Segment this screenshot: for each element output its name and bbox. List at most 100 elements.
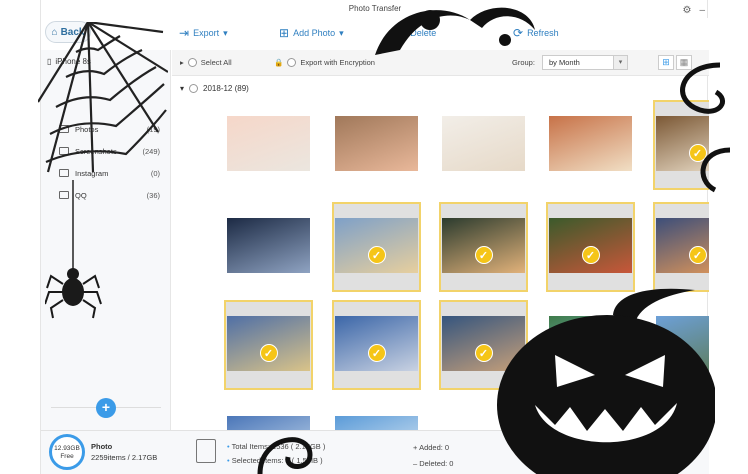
grid-view-button[interactable]: ⊞: [658, 55, 674, 70]
album-icon: [59, 191, 69, 199]
photo-image: [227, 416, 310, 430]
select-all-label: Select All: [200, 58, 232, 67]
photo-thumbnail[interactable]: [546, 300, 635, 390]
window-title: Photo Transfer: [348, 4, 402, 13]
album-icon: [59, 147, 69, 155]
photo-grid: ✓ ✓ ✓ ✓ ✓ ✓ ✓ ✓: [172, 100, 709, 430]
app-window: Photo Transfer ⚙ – ⌂ Back ⇥ Export ▾ ⊞ A…: [40, 0, 709, 474]
refresh-button[interactable]: ⟳ Refresh: [513, 26, 559, 40]
sidebar-item-photos[interactable]: Photos (19): [41, 118, 170, 140]
chevron-down-icon: ▾: [223, 27, 228, 38]
photo-thumbnail[interactable]: ✓: [332, 202, 421, 292]
home-icon: ⌂: [51, 26, 58, 38]
album-icon: [59, 169, 69, 177]
photo-thumbnail[interactable]: ✓: [439, 202, 528, 292]
photo-thumbnail[interactable]: [332, 100, 421, 190]
status-footer: 12.93GB Free Photo 2259items / 2.17GB • …: [41, 430, 709, 474]
photo-image: [656, 218, 709, 273]
photo-image: [442, 116, 525, 171]
photo-thumbnail[interactable]: ✓: [653, 100, 709, 190]
photo-image: [656, 116, 709, 171]
album-icon: [59, 125, 69, 133]
check-icon: ✓: [259, 344, 278, 362]
photo-thumbnail[interactable]: [224, 400, 313, 430]
sidebar-item-label: Photos: [75, 124, 99, 134]
check-icon: ✓: [581, 246, 600, 264]
storage-ring: 12.93GB Free: [49, 434, 85, 470]
sidebar-item-label: QQ: [75, 190, 87, 200]
export-encryption[interactable]: 🔒 Export with Encryption: [274, 58, 375, 67]
total-items: Total Items: 1536 ( 2.17GB ): [231, 442, 326, 451]
check-icon: ✓: [688, 144, 707, 162]
document-icon: [196, 439, 216, 463]
add-photo-button[interactable]: ⊞ Add Photo ▾: [279, 26, 344, 40]
photo-thumbnail[interactable]: ✓: [224, 300, 313, 390]
item-stats: • Total Items: 1536 ( 2.17GB ) • Selecte…: [227, 440, 325, 468]
select-all[interactable]: ▸ Select All: [180, 58, 232, 67]
check-icon: ✓: [367, 344, 386, 362]
photo-image: [549, 316, 632, 371]
group-label: Group:: [512, 58, 535, 67]
sidebar-item-qq[interactable]: QQ (36): [41, 184, 170, 206]
photo-image: [227, 218, 310, 273]
large-view-button[interactable]: ▦: [676, 55, 692, 70]
storage-label: Free: [60, 453, 74, 460]
export-label: Export: [193, 28, 220, 38]
add-photo-label: Add Photo: [293, 28, 336, 38]
photo-title: Photo: [91, 442, 113, 451]
back-button[interactable]: ⌂ Back: [45, 21, 91, 43]
back-label: Back: [60, 26, 85, 38]
device-name: iPhone 8s: [55, 56, 91, 66]
photo-thumbnail[interactable]: ✓: [546, 202, 635, 292]
export-button[interactable]: ⇥ Export ▾: [179, 26, 228, 40]
refresh-icon: ⟳: [513, 26, 524, 40]
photo-image: [549, 116, 632, 171]
group-checkbox[interactable]: [189, 83, 199, 93]
photo-thumbnail[interactable]: [653, 300, 709, 390]
photo-thumbnail[interactable]: [224, 100, 313, 190]
photo-thumbnail[interactable]: ✓: [653, 202, 709, 292]
sidebar: ▯ iPhone 8s Photos (19) Screenshots (249…: [41, 50, 171, 430]
chevron-down-icon: ▾: [180, 83, 185, 93]
sidebar-item-instagram[interactable]: Instagram (0): [41, 162, 170, 184]
photo-thumbnail[interactable]: ✓: [439, 300, 528, 390]
delete-label: Delete: [410, 28, 437, 38]
photo-image: [335, 416, 418, 430]
refresh-label: Refresh: [527, 28, 559, 38]
check-icon: ✓: [474, 344, 493, 362]
photo-thumbnail[interactable]: [546, 100, 635, 190]
delete-button[interactable]: 🗑 Delete: [391, 26, 436, 40]
sidebar-item-screenshots[interactable]: Screenshots (249): [41, 140, 170, 162]
deleted-count: Deleted: 0: [419, 459, 454, 468]
month-group-header[interactable]: ▾ 2018-12 (89): [172, 80, 709, 96]
select-all-checkbox[interactable]: [187, 58, 197, 67]
photo-thumbnail[interactable]: [439, 100, 528, 190]
storage-size: 12.93GB: [54, 445, 80, 452]
photo-thumbnail[interactable]: [224, 202, 313, 292]
sidebar-item-count: (249): [142, 146, 160, 156]
check-icon: ✓: [367, 246, 386, 264]
photo-thumbnail[interactable]: [332, 400, 421, 430]
group-select[interactable]: by Month ▾: [542, 55, 628, 70]
check-icon: ✓: [474, 246, 493, 264]
sidebar-item-label: Screenshots: [75, 146, 117, 156]
add-album-button[interactable]: +: [96, 398, 116, 418]
photo-thumbnail[interactable]: ✓: [332, 300, 421, 390]
lock-icon: 🔒: [274, 58, 284, 67]
dot-icon: •: [227, 442, 230, 451]
play-icon: ▸: [180, 58, 184, 67]
change-stats: + Added: 0 – Deleted: 0: [413, 443, 454, 468]
encryption-label: Export with Encryption: [300, 58, 375, 67]
added-count: Added: 0: [419, 443, 450, 452]
sidebar-device[interactable]: ▯ iPhone 8s: [41, 50, 170, 72]
photo-stats: 2259items / 2.17GB: [91, 453, 158, 462]
title-bar: Photo Transfer ⚙ –: [41, 0, 709, 18]
selected-items: Selected Items: 8 ( 1.5MB ): [231, 456, 323, 465]
export-icon: ⇥: [179, 26, 190, 40]
group-select-value: by Month: [549, 58, 580, 67]
filter-bar: ▸ Select All 🔒 Export with Encryption Gr…: [172, 50, 709, 76]
dot-icon: •: [227, 456, 230, 465]
photo-summary: Photo 2259items / 2.17GB: [91, 441, 157, 463]
encryption-checkbox[interactable]: [287, 58, 297, 67]
